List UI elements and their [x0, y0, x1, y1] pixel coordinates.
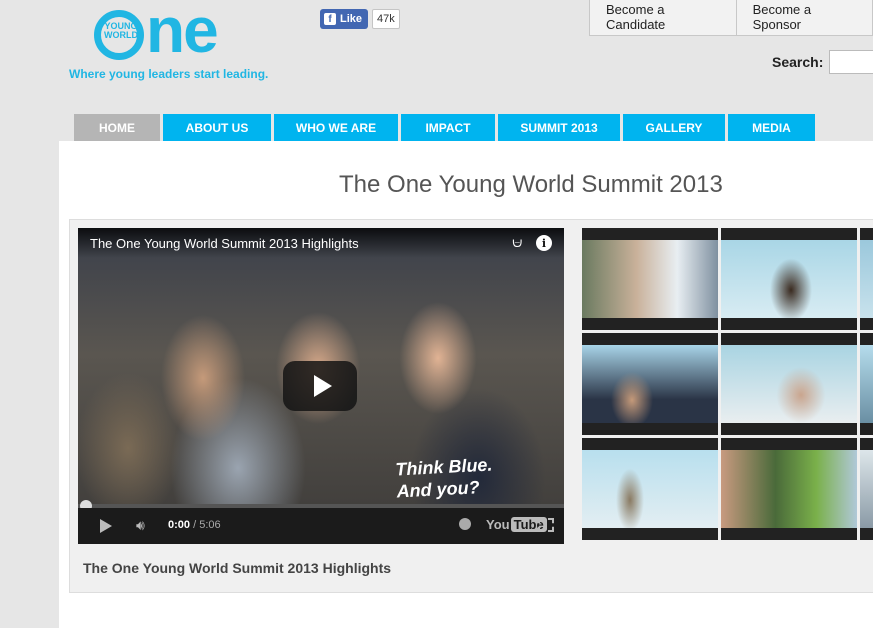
- time-display: 0:00 / 5:06: [168, 519, 221, 531]
- thumbnail[interactable]: [582, 438, 718, 540]
- nav-gallery[interactable]: GALLERY: [623, 114, 725, 142]
- thumbnail[interactable]: [721, 333, 857, 435]
- time-current: 0:00: [168, 519, 191, 531]
- header-actions: Become a Candidate Become a Sponsor: [589, 0, 873, 36]
- thumbnail[interactable]: [582, 228, 718, 330]
- become-candidate-button[interactable]: Become a Candidate: [590, 0, 736, 35]
- thumbnail[interactable]: [860, 438, 873, 540]
- search-label: Search:: [772, 54, 824, 70]
- facebook-icon: f: [324, 13, 336, 25]
- thumbnail[interactable]: [721, 438, 857, 540]
- watch-later-icon[interactable]: [459, 518, 471, 530]
- logo-ne: ne: [146, 0, 219, 66]
- play-icon: [313, 375, 332, 397]
- facebook-like-label: Like: [340, 13, 363, 25]
- video-player[interactable]: Think Blue. And you? The One Young World…: [78, 228, 564, 544]
- nav-who-we-are[interactable]: WHO WE ARE: [274, 114, 398, 142]
- nav-home[interactable]: HOME: [74, 114, 160, 142]
- tagline: Where young leaders start leading.: [69, 67, 269, 81]
- main-nav: HOME ABOUT US WHO WE ARE IMPACT SUMMIT 2…: [74, 114, 818, 142]
- nav-media[interactable]: MEDIA: [728, 114, 815, 142]
- control-play-icon[interactable]: [100, 519, 112, 533]
- thumbnail[interactable]: [860, 228, 873, 330]
- nav-summit-2013[interactable]: SUMMIT 2013: [498, 114, 620, 142]
- play-button[interactable]: [283, 361, 357, 411]
- thumbnail[interactable]: [860, 333, 873, 435]
- content-panel: The One Young World Summit 2013 Think Bl…: [59, 141, 873, 628]
- page-title: The One Young World Summit 2013: [339, 171, 723, 198]
- share-icon[interactable]: ⩁: [512, 234, 523, 251]
- video-caption: The One Young World Summit 2013 Highligh…: [83, 560, 392, 576]
- fullscreen-icon[interactable]: [538, 518, 554, 532]
- shirt-text: Think Blue. And you?: [394, 454, 493, 502]
- info-icon[interactable]: i: [536, 235, 552, 251]
- logo[interactable]: YOUNG WORLD ne: [88, 0, 258, 68]
- thumbnail-grid: [582, 228, 873, 540]
- become-sponsor-button[interactable]: Become a Sponsor: [735, 0, 872, 35]
- youtube-you: You: [486, 517, 510, 532]
- media-box: Think Blue. And you? The One Young World…: [69, 219, 873, 593]
- video-title[interactable]: The One Young World Summit 2013 Highligh…: [90, 236, 359, 251]
- facebook-like-count: 47k: [372, 9, 400, 29]
- facebook-like-button[interactable]: f Like: [320, 9, 369, 29]
- nav-impact[interactable]: IMPACT: [401, 114, 495, 142]
- volume-icon[interactable]: 🔊︎: [136, 517, 145, 534]
- logo-young-world: YOUNG WORLD: [104, 21, 138, 40]
- time-total: / 5:06: [193, 519, 221, 531]
- search-input[interactable]: [829, 50, 873, 74]
- thumbnail[interactable]: [721, 228, 857, 330]
- thumbnail[interactable]: [582, 333, 718, 435]
- video-controls: 🔊︎ 0:00 / 5:06 You Tube: [78, 508, 564, 544]
- nav-about-us[interactable]: ABOUT US: [163, 114, 271, 142]
